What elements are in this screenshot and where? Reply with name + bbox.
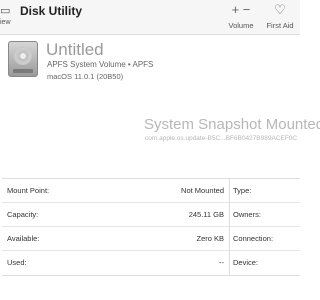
plus-minus-icon[interactable]: + − (221, 3, 261, 17)
info-value: Not Mounted (181, 186, 224, 195)
table-row: Available: Zero KB Connection: (2, 227, 300, 251)
snapshot-identifier: com.apple.os.update-B5C...BF6B0427B989AC… (145, 135, 298, 142)
first-aid-button[interactable]: ♡ First Aid (260, 3, 300, 31)
table-row: Mount Point: Not Mounted Type: (2, 179, 300, 203)
info-label: Capacity: (7, 210, 39, 219)
info-label-right: Type: (233, 186, 252, 195)
view-button-label[interactable]: iew (0, 19, 11, 26)
table-row: Used: -- Device: (2, 251, 300, 275)
disk-slot (13, 69, 33, 73)
info-label: Mount Point: (7, 186, 50, 195)
hard-disk-icon (8, 41, 38, 77)
volume-button-label[interactable]: Volume (221, 21, 261, 30)
info-label-right: Device: (233, 258, 259, 267)
info-label-right: Connection: (233, 234, 274, 243)
volume-name: Untitled (46, 40, 104, 59)
volume-button[interactable]: + − Volume (221, 3, 261, 31)
column-divider (229, 179, 230, 275)
info-value: Zero KB (196, 234, 224, 243)
info-label: Available: (7, 234, 40, 243)
toolbar: ▭ iew Disk Utility + − Volume ♡ First Ai… (0, 0, 300, 35)
snapshot-status: System Snapshot Mounted (144, 116, 320, 133)
volume-os-version: macOS 11.0.1 (20B50) (47, 72, 124, 81)
disk-platter (14, 47, 32, 65)
stethoscope-icon[interactable]: ♡ (260, 3, 300, 17)
info-label-right: Owners: (233, 210, 261, 219)
first-aid-button-label[interactable]: First Aid (260, 21, 300, 30)
info-label: Used: (7, 258, 27, 267)
info-value: -- (219, 258, 224, 267)
volume-info-table: Mount Point: Not Mounted Type: Capacity:… (2, 178, 300, 276)
sidebar-view-icon[interactable]: ▭ (0, 4, 10, 17)
info-value: 245.11 GB (188, 210, 224, 219)
table-row: Capacity: 245.11 GB Owners: (2, 203, 300, 227)
window-title: Disk Utility (20, 4, 83, 18)
volume-header: Untitled APFS System Volume • APFS macOS… (0, 34, 300, 104)
volume-format: APFS System Volume • APFS (47, 60, 154, 69)
